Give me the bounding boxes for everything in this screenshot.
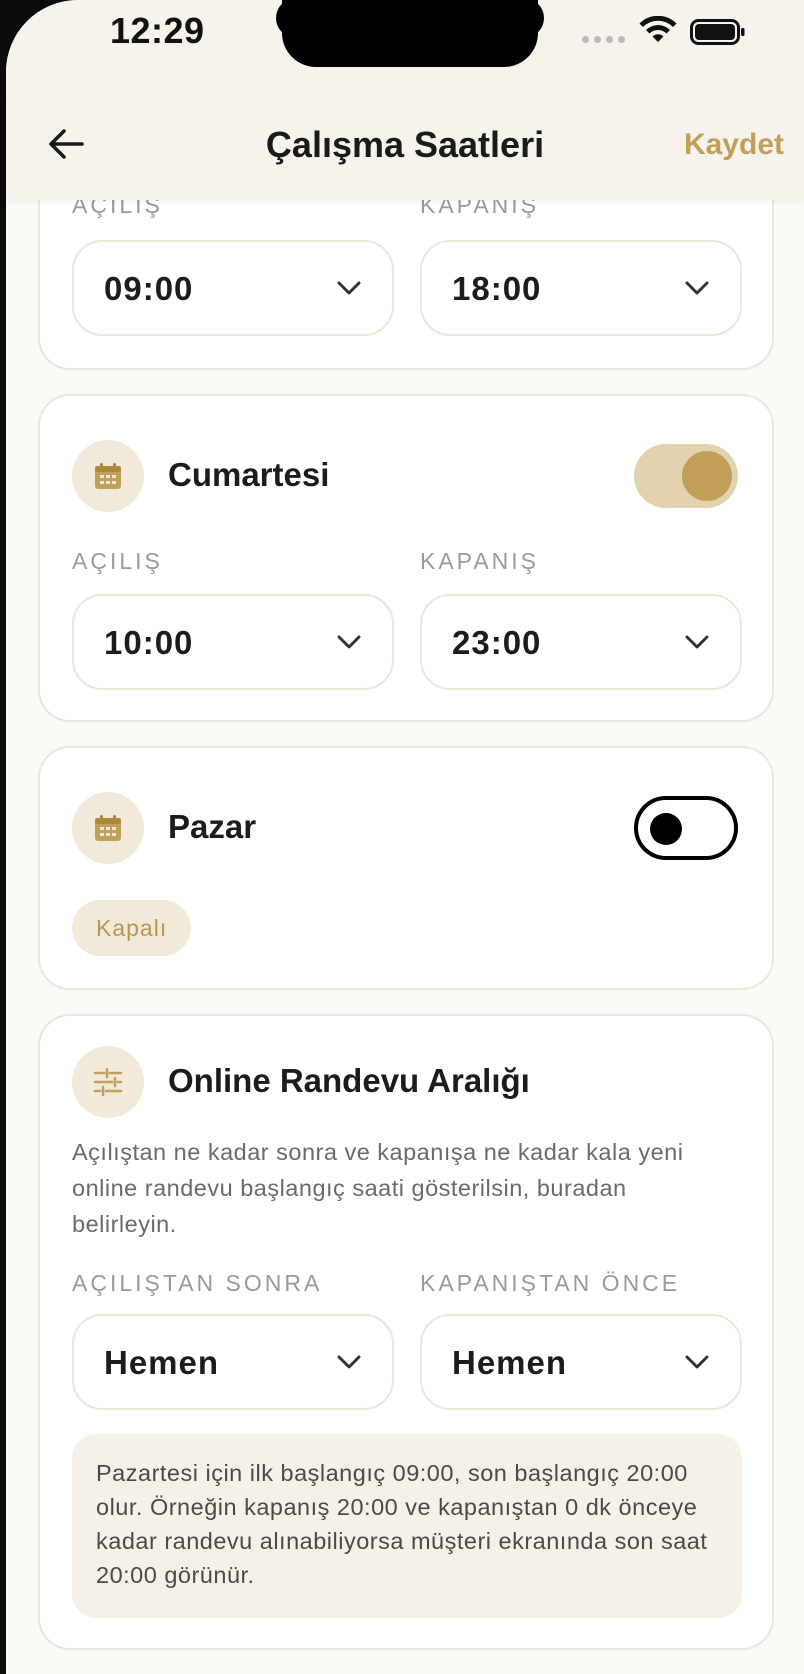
day-enabled-toggle[interactable] bbox=[634, 796, 738, 860]
close-time-select[interactable]: 18:00 bbox=[420, 240, 742, 336]
chevron-down-icon bbox=[337, 635, 361, 649]
hours-list[interactable]: AÇILIŞ KAPANIŞ 09:00 18:00 Cumartesi AÇI… bbox=[6, 200, 804, 1674]
chevron-down-icon bbox=[337, 1355, 361, 1369]
close-time-value: 18:00 bbox=[452, 270, 542, 307]
sliders-icon bbox=[93, 1067, 123, 1097]
day-icon-circle bbox=[72, 440, 144, 512]
toggle-knob bbox=[650, 813, 682, 845]
status-bar: 12:29 bbox=[6, 0, 804, 100]
save-button[interactable]: Kaydet bbox=[684, 128, 784, 162]
open-time-value: 10:00 bbox=[104, 624, 194, 661]
signal-dots-icon bbox=[582, 36, 625, 43]
close-label: KAPANIŞ bbox=[420, 200, 539, 218]
online-booking-description: Açılıştan ne kadar sonra ve kapanışa ne … bbox=[72, 1139, 684, 1237]
closed-badge: Kapalı bbox=[72, 900, 192, 956]
calendar-icon bbox=[95, 463, 121, 489]
online-booking-card: Online Randevu Aralığı Açılıştan ne kada… bbox=[38, 1014, 774, 1650]
status-time: 12:29 bbox=[110, 10, 205, 51]
settings-icon-circle bbox=[72, 1046, 144, 1118]
toggle-knob bbox=[682, 451, 732, 501]
before-close-select[interactable]: Hemen bbox=[420, 1314, 742, 1410]
nav-bar: Çalışma Saatleri Kaydet bbox=[6, 100, 804, 200]
app-screen: 12:29 Çalışma Saatleri Kaydet AÇILIŞ KAP… bbox=[6, 0, 804, 1674]
after-open-label: AÇILIŞTAN SONRA bbox=[72, 1270, 323, 1296]
battery-icon bbox=[690, 19, 745, 45]
calendar-icon bbox=[95, 815, 121, 841]
before-close-value: Hemen bbox=[452, 1344, 568, 1381]
online-booking-title: Online Randevu Aralığı bbox=[168, 1062, 530, 1099]
day-card-weekday: AÇILIŞ KAPANIŞ 09:00 18:00 bbox=[38, 200, 774, 370]
dynamic-island bbox=[276, 0, 544, 67]
open-label: AÇILIŞ bbox=[72, 548, 163, 574]
after-open-value: Hemen bbox=[104, 1344, 220, 1381]
chevron-down-icon bbox=[685, 1355, 709, 1369]
open-time-select[interactable]: 09:00 bbox=[72, 240, 394, 336]
chevron-down-icon bbox=[337, 281, 361, 295]
day-icon-circle bbox=[72, 792, 144, 864]
close-label: KAPANIŞ bbox=[420, 548, 539, 574]
day-name: Pazar bbox=[168, 808, 257, 845]
day-enabled-toggle[interactable] bbox=[634, 444, 738, 508]
after-open-select[interactable]: Hemen bbox=[72, 1314, 394, 1410]
chevron-down-icon bbox=[685, 281, 709, 295]
open-time-value: 09:00 bbox=[104, 270, 194, 307]
day-card-cumartesi: Cumartesi AÇILIŞ KAPANIŞ 10:00 23:00 bbox=[38, 394, 774, 722]
device-frame: 12:29 Çalışma Saatleri Kaydet AÇILIŞ KAP… bbox=[0, 0, 804, 1674]
info-note: Pazartesi için ilk başlangıç 09:00, son … bbox=[72, 1434, 742, 1618]
open-time-select[interactable]: 10:00 bbox=[72, 594, 394, 690]
day-name: Cumartesi bbox=[168, 456, 330, 493]
before-close-label: KAPANIŞTAN ÖNCE bbox=[420, 1270, 681, 1296]
open-label: AÇILIŞ bbox=[72, 200, 163, 218]
close-time-select[interactable]: 23:00 bbox=[420, 594, 742, 690]
wifi-icon bbox=[639, 16, 677, 42]
close-time-value: 23:00 bbox=[452, 624, 542, 661]
day-card-pazar: Pazar Kapalı bbox=[38, 746, 774, 990]
chevron-down-icon bbox=[685, 635, 709, 649]
